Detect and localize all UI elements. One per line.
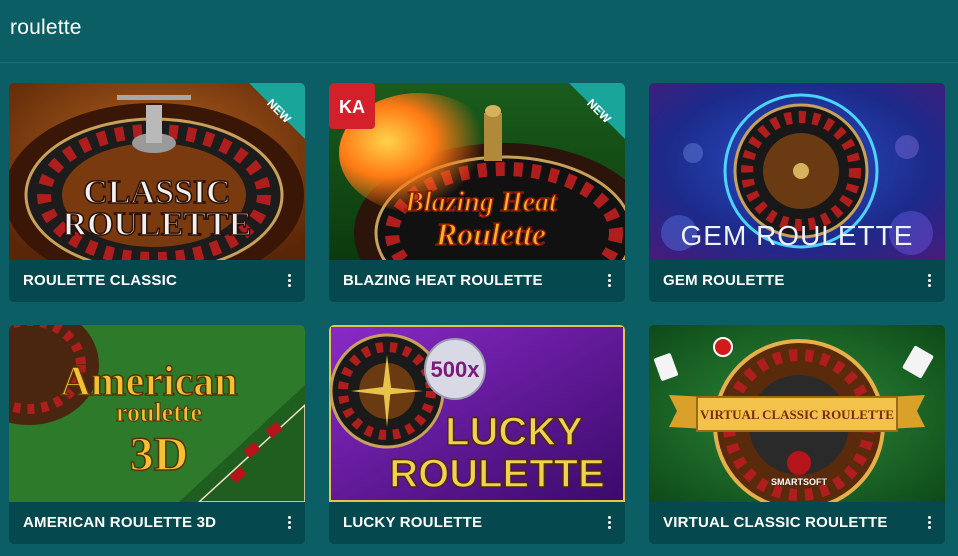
game-title[interactable]: BLAZING HEAT ROULETTE <box>343 272 543 289</box>
game-thumbnail[interactable]: GEM ROULETTE <box>649 83 945 260</box>
card-footer: GEM ROULETTE <box>649 260 945 302</box>
game-title[interactable]: GEM ROULETTE <box>663 272 785 289</box>
game-title[interactable]: LUCKY ROULETTE <box>343 514 482 531</box>
game-thumbnail[interactable]: 500x LUCKY ROULETTE <box>329 325 625 502</box>
art-title-line1: Blazing Heat <box>404 187 558 218</box>
game-title[interactable]: AMERICAN ROULETTE 3D <box>23 514 216 531</box>
game-card-virtual-classic-roulette[interactable]: VIRTUAL CLASSIC ROULETTE SMARTSOFT VIRTU… <box>649 325 945 544</box>
multiplier-text: 500x <box>431 357 481 382</box>
kebab-menu-icon[interactable] <box>923 271 937 291</box>
art-title-line1: LUCKY <box>445 410 583 454</box>
kebab-menu-icon[interactable] <box>603 271 617 291</box>
game-thumbnail[interactable]: American roulette 3D <box>9 325 305 502</box>
kebab-menu-icon[interactable] <box>923 513 937 533</box>
game-title[interactable]: ROULETTE CLASSIC <box>23 272 177 289</box>
kebab-menu-icon[interactable] <box>603 513 617 533</box>
game-card-roulette-classic[interactable]: CLASSIC ROULETTE NEW ROULETTE CLASSIC <box>9 83 305 302</box>
kebab-menu-icon[interactable] <box>283 271 297 291</box>
kebab-menu-icon[interactable] <box>283 513 297 533</box>
provider-logo-text: KA <box>339 97 365 117</box>
game-card-gem-roulette[interactable]: GEM ROULETTE GEM ROULETTE <box>649 83 945 302</box>
game-card-american-roulette-3d[interactable]: American roulette 3D AMERICAN ROULETTE 3… <box>9 325 305 544</box>
provider-name: SMARTSOFT <box>771 477 827 487</box>
game-thumbnail[interactable]: KA Blazing Heat Roulette NEW <box>329 83 625 260</box>
card-footer: AMERICAN ROULETTE 3D <box>9 502 305 544</box>
art-title-line2: Roulette <box>435 216 546 252</box>
game-card-blazing-heat-roulette[interactable]: KA Blazing Heat Roulette NEW BLAZING HEA… <box>329 83 625 302</box>
game-thumbnail[interactable]: CLASSIC ROULETTE NEW <box>9 83 305 260</box>
art-title: VIRTUAL CLASSIC ROULETTE <box>700 407 894 422</box>
art-title-line2: ROULETTE <box>389 452 605 496</box>
art-title-line3: 3D <box>130 428 189 481</box>
card-footer: VIRTUAL CLASSIC ROULETTE <box>649 502 945 544</box>
card-footer: LUCKY ROULETTE <box>329 502 625 544</box>
art-title-line2: ROULETTE <box>63 206 252 243</box>
art-title: GEM ROULETTE <box>681 220 914 251</box>
card-footer: BLAZING HEAT ROULETTE <box>329 260 625 302</box>
search-header: roulette <box>0 0 958 63</box>
game-title[interactable]: VIRTUAL CLASSIC ROULETTE <box>663 514 888 531</box>
game-thumbnail[interactable]: VIRTUAL CLASSIC ROULETTE SMARTSOFT <box>649 325 945 502</box>
card-footer: ROULETTE CLASSIC <box>9 260 305 302</box>
art-title-line2: roulette <box>116 398 202 427</box>
search-query-text[interactable]: roulette <box>10 16 82 40</box>
game-card-lucky-roulette[interactable]: 500x LUCKY ROULETTE LUCKY ROULETTE <box>329 325 625 544</box>
